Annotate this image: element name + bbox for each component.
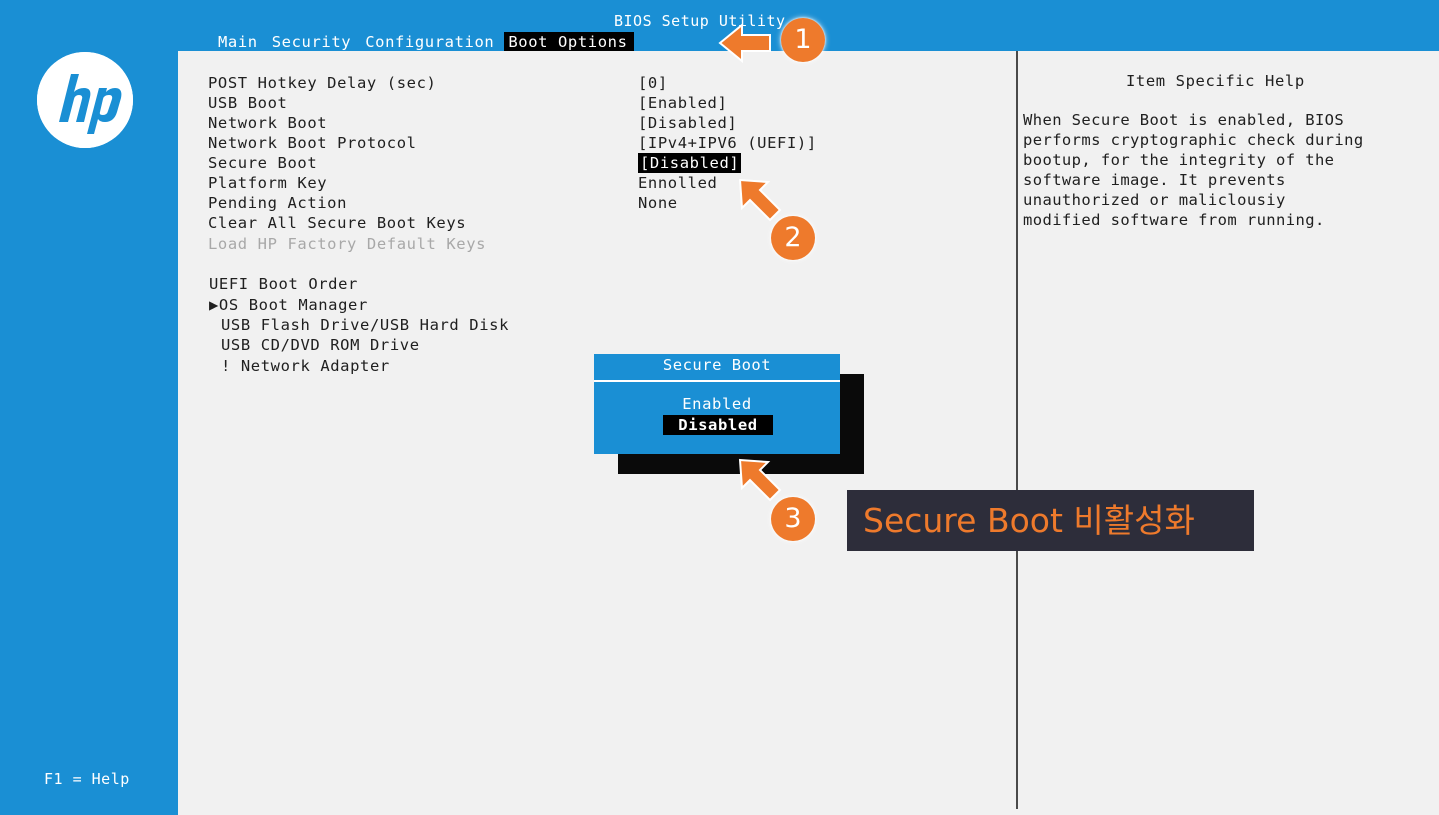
setting-value-network-boot-protocol[interactable]: [IPv4+IPV6 (UEFI)] [638,133,817,153]
setting-label-secure-boot[interactable]: Secure Boot [208,153,317,173]
f1-help-hint: F1 = Help [44,770,130,788]
help-line: bootup, for the integrity of the [1023,151,1335,169]
tab-configuration[interactable]: Configuration [365,32,500,52]
callout-label: Secure Boot 비활성화 [847,490,1254,551]
boot-item-usb-flash-drive[interactable]: USB Flash Drive/USB Hard Disk [221,315,509,335]
step-badge-3: 3 [771,497,815,541]
popup-option-enabled[interactable]: Enabled [594,394,840,414]
setting-value-post-hotkey-delay[interactable]: [0] [638,73,668,93]
setting-label-network-boot-protocol[interactable]: Network Boot Protocol [208,133,417,153]
bios-screen: F1 = Help BIOS Setup Utility Main Securi… [0,0,1439,815]
orange-arrow-icon [718,22,771,64]
boot-item-network-adapter[interactable]: ! Network Adapter [221,356,390,376]
help-line: unauthorized or maliclousiy [1023,191,1286,209]
tab-bar: Main Security Configuration Boot Options [218,32,642,52]
help-line: software image. It prevents [1023,171,1286,189]
popup-option-disabled[interactable]: Disabled [663,415,773,435]
boot-order-heading: UEFI Boot Order [209,275,358,293]
setting-label-platform-key: Platform Key [208,174,328,192]
setting-value-secure-boot[interactable]: [Disabled] [638,153,742,173]
help-panel: Item Specific Help When Secure Boot is e… [1018,51,1439,815]
help-line: performs cryptographic check during [1023,131,1364,149]
step-badge-1: 1 [781,18,825,62]
setting-label-pending-action: Pending Action [208,194,348,212]
setting-load-hp-default-keys: Load HP Factory Default Keys [208,235,487,253]
hp-logo-icon [37,52,133,148]
setting-clear-secure-boot-keys[interactable]: Clear All Secure Boot Keys [208,213,466,233]
setting-value-usb-boot[interactable]: [Enabled] [638,93,727,113]
setting-value-network-boot[interactable]: [Disabled] [638,113,737,133]
help-line: When Secure Boot is enabled, BIOS [1023,111,1345,129]
boot-item-usb-cd-dvd[interactable]: USB CD/DVD ROM Drive [221,335,420,355]
step-badge-2: 2 [771,216,815,260]
orange-arrow-icon [738,178,782,222]
setting-label-post-hotkey-delay[interactable]: POST Hotkey Delay (sec) [208,73,436,93]
boot-item-os-boot-manager[interactable]: ▶OS Boot Manager [209,295,368,315]
help-title: Item Specific Help [1126,72,1305,90]
tab-main[interactable]: Main [218,32,264,52]
tab-boot-options[interactable]: Boot Options [504,32,634,52]
setting-value-pending-action: None [638,194,678,212]
setting-label-network-boot[interactable]: Network Boot [208,113,327,133]
help-line: modified software from running. [1023,211,1325,229]
setting-label-usb-boot[interactable]: USB Boot [208,93,287,113]
tab-security[interactable]: Security [272,32,357,52]
setting-value-platform-key: Ennolled [638,174,718,192]
secure-boot-popup: Secure Boot Enabled Disabled [594,354,840,454]
popup-title: Secure Boot [594,354,840,382]
orange-arrow-icon [738,458,782,502]
